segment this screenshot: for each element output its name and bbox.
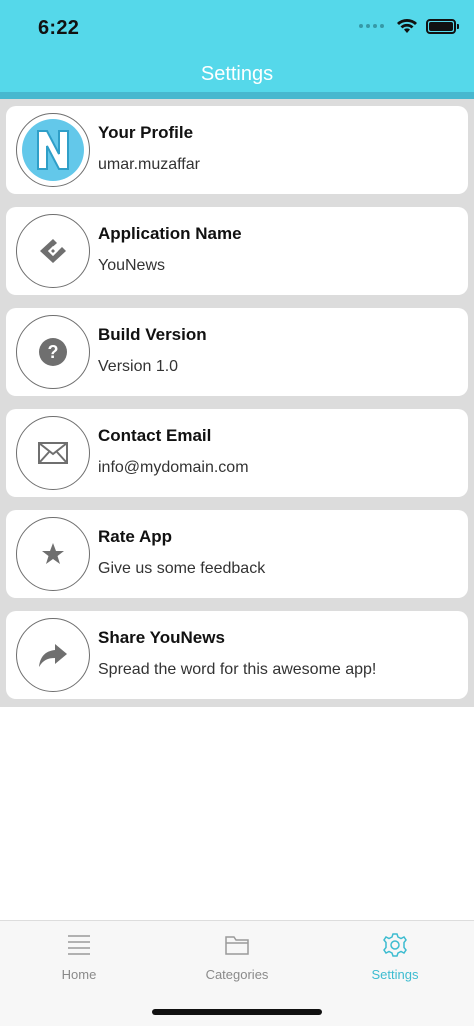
tab-settings[interactable]: Settings xyxy=(316,921,474,993)
settings-item-subtitle: umar.muzaffar xyxy=(98,156,200,173)
tab-label: Categories xyxy=(205,967,269,982)
tab-label: Settings xyxy=(371,967,419,982)
settings-list: Your Profile umar.muzaffar Application N… xyxy=(0,99,474,707)
menu-lines-icon xyxy=(68,935,90,955)
cellular-signal-icon xyxy=(359,24,384,28)
settings-item-profile[interactable]: Your Profile umar.muzaffar xyxy=(6,106,468,194)
battery-icon xyxy=(426,18,459,34)
status-indicators xyxy=(359,18,459,34)
settings-item-share[interactable]: Share YouNews Spread the word for this a… xyxy=(6,611,468,699)
star-icon xyxy=(16,517,90,591)
tab-home[interactable]: Home xyxy=(0,921,158,993)
svg-text:?: ? xyxy=(48,342,59,362)
settings-item-subtitle: Spread the word for this awesome app! xyxy=(98,661,377,678)
settings-item-title: Share YouNews xyxy=(98,628,225,647)
share-icon xyxy=(16,618,90,692)
folder-icon xyxy=(225,936,249,955)
tab-label: Home xyxy=(61,967,97,982)
wifi-icon xyxy=(397,19,417,33)
home-indicator[interactable] xyxy=(152,1009,322,1015)
settings-item-rate-app[interactable]: Rate App Give us some feedback xyxy=(6,510,468,598)
settings-item-application-name[interactable]: Application Name YouNews xyxy=(6,207,468,295)
settings-item-title: Your Profile xyxy=(98,123,194,142)
profile-logo-icon xyxy=(16,113,90,187)
status-bar: 6:22 xyxy=(0,0,474,52)
settings-item-subtitle: info@mydomain.com xyxy=(98,459,249,476)
settings-item-contact-email[interactable]: Contact Email info@mydomain.com xyxy=(6,409,468,497)
status-time: 6:22 xyxy=(38,17,80,39)
settings-item-title: Contact Email xyxy=(98,426,212,445)
navigation-bar: Settings xyxy=(0,52,474,92)
header-divider xyxy=(0,92,474,99)
tab-categories[interactable]: Categories xyxy=(158,921,316,993)
envelope-icon xyxy=(16,416,90,490)
question-icon: ? xyxy=(16,315,90,389)
settings-item-subtitle: Give us some feedback xyxy=(98,560,266,577)
settings-item-build-version[interactable]: ? Build Version Version 1.0 xyxy=(6,308,468,396)
app-name-icon xyxy=(16,214,90,288)
settings-item-title: Build Version xyxy=(98,325,207,344)
settings-item-title: Rate App xyxy=(98,527,172,546)
page-title: Settings xyxy=(200,63,274,85)
gear-icon xyxy=(383,933,407,957)
settings-item-subtitle: YouNews xyxy=(98,257,166,274)
settings-item-subtitle: Version 1.0 xyxy=(98,358,179,375)
settings-item-title: Application Name xyxy=(98,224,242,243)
